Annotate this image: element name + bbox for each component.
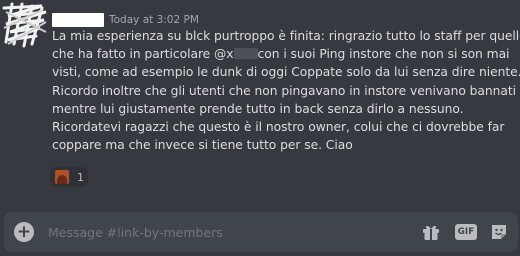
message-line: Ricordo inoltre che gli utenti che non p… [52,83,517,98]
avatar-scribble-icon [2,2,48,48]
message-line: visti, come ad esempio le dunk di oggi C… [52,65,520,80]
message-input[interactable] [48,222,368,242]
message-content: La mia esperienza su blck purtroppo è fi… [52,27,520,154]
message-line: coppare ma che invece si tiene tutto per… [52,138,353,153]
message-line: La mia esperienza su blck purtroppo è fi… [52,29,520,43]
reaction-button[interactable]: 1 [50,167,88,187]
gift-icon[interactable] [420,221,442,243]
reaction-count: 1 [77,170,84,184]
message-line-segment: con i suoi Ping instore che non si son m… [257,47,510,62]
message-composer: + GIF [4,212,518,252]
message-line: Ricordatevi ragazzi che questo è il nost… [52,120,505,135]
gif-label: GIF [457,227,475,237]
plus-circle-icon[interactable]: + [14,222,34,242]
message-line: che ha fatto in particolare @x con i suoi… [52,45,514,63]
sticker-icon[interactable] [488,221,510,243]
avatar[interactable] [2,2,48,48]
custom-emoji-icon [55,170,69,184]
author-name-redacted[interactable] [52,13,104,27]
message-line-segment: che ha fatto in particolare @x [52,47,234,62]
gif-button[interactable]: GIF [454,221,478,243]
message-line: mentre lui giustamente prende tutto in b… [52,101,464,116]
mention-redacted[interactable] [233,48,258,60]
